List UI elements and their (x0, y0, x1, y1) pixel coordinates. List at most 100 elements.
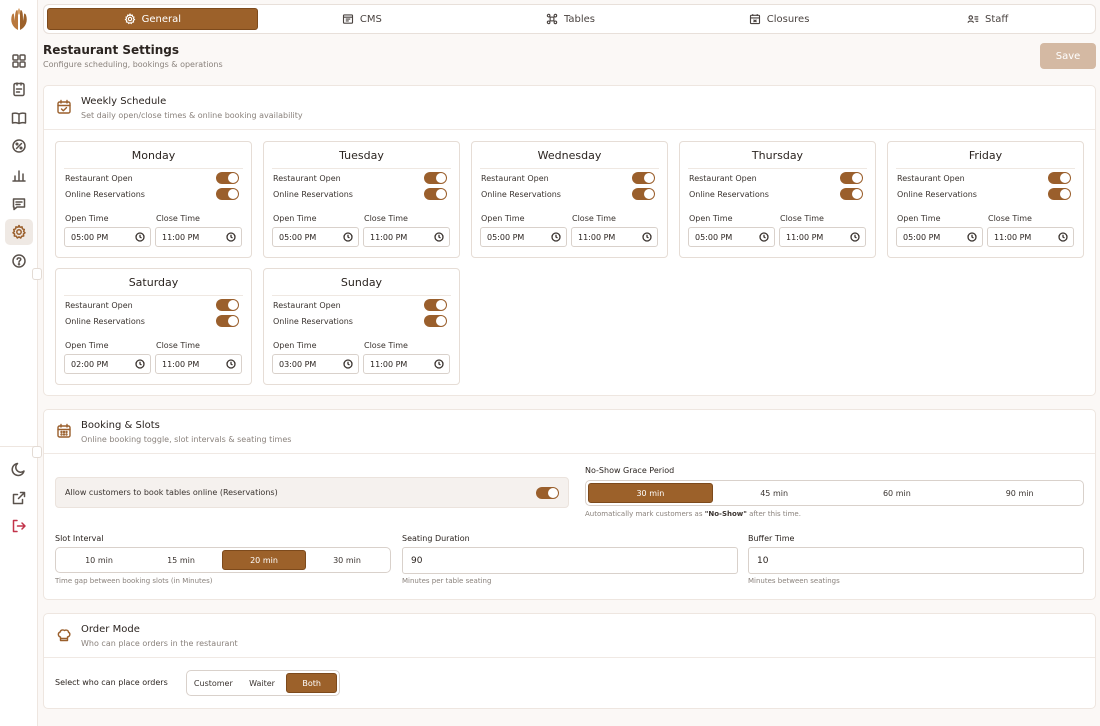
clock-icon[interactable] (642, 232, 652, 242)
clock-icon[interactable] (1058, 232, 1068, 242)
clock-icon[interactable] (226, 359, 236, 369)
restaurant-open-row: Restaurant Open (897, 171, 1071, 185)
online-reservations-toggle[interactable] (216, 315, 239, 327)
grace-period-option[interactable]: 90 min (958, 483, 1081, 503)
online-reservations-toggle[interactable] (632, 188, 655, 200)
grace-period-option[interactable]: 30 min (588, 483, 713, 503)
save-button[interactable]: Save (1040, 43, 1096, 69)
tab-label: Closures (766, 13, 810, 25)
calendar-grid-icon (56, 423, 72, 439)
order-mode-option[interactable]: Waiter (238, 673, 287, 693)
clock-icon[interactable] (226, 232, 236, 242)
close-time-input[interactable]: 11:00 PM (779, 227, 866, 247)
hands-logo[interactable] (5, 5, 33, 33)
clock-icon[interactable] (434, 359, 444, 369)
restaurant-open-toggle[interactable] (424, 172, 447, 184)
tab-general[interactable]: General (47, 8, 258, 30)
restaurant-open-toggle[interactable] (632, 172, 655, 184)
tab-cms[interactable]: CMS (258, 8, 467, 30)
restaurant-open-label: Restaurant Open (273, 300, 341, 310)
restaurant-open-row: Restaurant Open (273, 171, 447, 185)
restaurant-open-label: Restaurant Open (481, 173, 549, 183)
open-time-input[interactable]: 05:00 PM (896, 227, 983, 247)
close-time-label: Close Time (780, 214, 824, 223)
slot-interval-option[interactable]: 30 min (306, 550, 388, 570)
close-time-input[interactable]: 11:00 PM (571, 227, 658, 247)
close-time-input[interactable]: 11:00 PM (155, 227, 242, 247)
order-mode-option[interactable]: Both (286, 673, 338, 693)
clock-icon[interactable] (135, 232, 145, 242)
online-reservations-toggle[interactable] (424, 188, 447, 200)
dashboard-icon[interactable] (5, 48, 33, 74)
close-time-value: 11:00 PM (162, 359, 200, 369)
sidebar-collapse-handle[interactable] (32, 268, 42, 280)
clock-icon[interactable] (850, 232, 860, 242)
open-time-value: 05:00 PM (903, 232, 941, 242)
seating-duration-input[interactable]: 90 (402, 547, 738, 574)
open-time-input[interactable]: 03:00 PM (272, 354, 359, 374)
online-reservations-toggle[interactable] (216, 188, 239, 200)
close-time-label: Close Time (156, 341, 200, 350)
settings-icon[interactable] (5, 219, 33, 245)
order-mode-section: Order Mode Who can place orders in the r… (43, 613, 1096, 709)
orders-icon[interactable] (5, 76, 33, 102)
menu-book-icon[interactable] (5, 105, 33, 131)
sidebar-resize-handle[interactable] (32, 446, 42, 458)
reports-icon[interactable] (5, 162, 33, 188)
open-time-value: 03:00 PM (279, 359, 317, 369)
close-time-input[interactable]: 11:00 PM (155, 354, 242, 374)
slot-interval-option[interactable]: 20 min (222, 550, 306, 570)
close-time-input[interactable]: 11:00 PM (363, 227, 450, 247)
online-reservations-toggle[interactable] (424, 315, 447, 327)
clock-icon[interactable] (135, 359, 145, 369)
clock-icon[interactable] (967, 232, 977, 242)
close-time-input[interactable]: 11:00 PM (987, 227, 1074, 247)
seating-duration-label: Seating Duration (402, 534, 470, 543)
discount-icon[interactable] (5, 133, 33, 159)
open-time-input[interactable]: 05:00 PM (688, 227, 775, 247)
external-link-icon[interactable] (5, 485, 33, 511)
restaurant-open-toggle[interactable] (216, 172, 239, 184)
restaurant-open-toggle[interactable] (1048, 172, 1071, 184)
slot-interval-option[interactable]: 10 min (58, 550, 140, 570)
tab-tables[interactable]: Tables (466, 8, 675, 30)
clock-icon[interactable] (343, 359, 353, 369)
order-mode-option[interactable]: Customer (189, 673, 238, 693)
open-time-label: Open Time (273, 214, 317, 223)
restaurant-open-toggle[interactable] (840, 172, 863, 184)
section-title: Order Mode (81, 624, 140, 635)
day-name: Thursday (751, 149, 804, 162)
grace-period-option[interactable]: 60 min (836, 483, 959, 503)
day-divider (64, 168, 243, 169)
online-reservations-toggle[interactable] (840, 188, 863, 200)
clock-icon[interactable] (434, 232, 444, 242)
help-icon[interactable] (5, 248, 33, 274)
online-reservations-label: Online Reservations (273, 189, 353, 199)
logout-icon[interactable] (5, 513, 33, 539)
restaurant-open-toggle[interactable] (424, 299, 447, 311)
clock-icon[interactable] (343, 232, 353, 242)
open-time-input[interactable]: 05:00 PM (272, 227, 359, 247)
restaurant-open-label: Restaurant Open (897, 173, 965, 183)
section-header: Booking & Slots Online booking toggle, s… (44, 410, 1095, 454)
buffer-time-input[interactable]: 10 (748, 547, 1084, 574)
open-time-input[interactable]: 05:00 PM (64, 227, 151, 247)
restaurant-open-toggle[interactable] (216, 299, 239, 311)
open-time-input[interactable]: 05:00 PM (480, 227, 567, 247)
slot-interval-option[interactable]: 15 min (140, 550, 222, 570)
clock-icon[interactable] (551, 232, 561, 242)
slot-interval-hint: Time gap between booking slots (in Minut… (55, 577, 213, 585)
online-booking-toggle[interactable] (536, 486, 559, 499)
close-time-input[interactable]: 11:00 PM (363, 354, 450, 374)
grace-period-option[interactable]: 45 min (713, 483, 836, 503)
day-divider (896, 168, 1075, 169)
messages-icon[interactable] (5, 191, 33, 217)
open-time-input[interactable]: 02:00 PM (64, 354, 151, 374)
section-subtitle: Set daily open/close times & online book… (81, 111, 303, 120)
tab-closures[interactable]: Closures (675, 8, 884, 30)
online-reservations-toggle[interactable] (1048, 188, 1071, 200)
close-time-label: Close Time (988, 214, 1032, 223)
theme-moon-icon[interactable] (5, 456, 33, 482)
tab-staff[interactable]: Staff (883, 8, 1092, 30)
clock-icon[interactable] (759, 232, 769, 242)
